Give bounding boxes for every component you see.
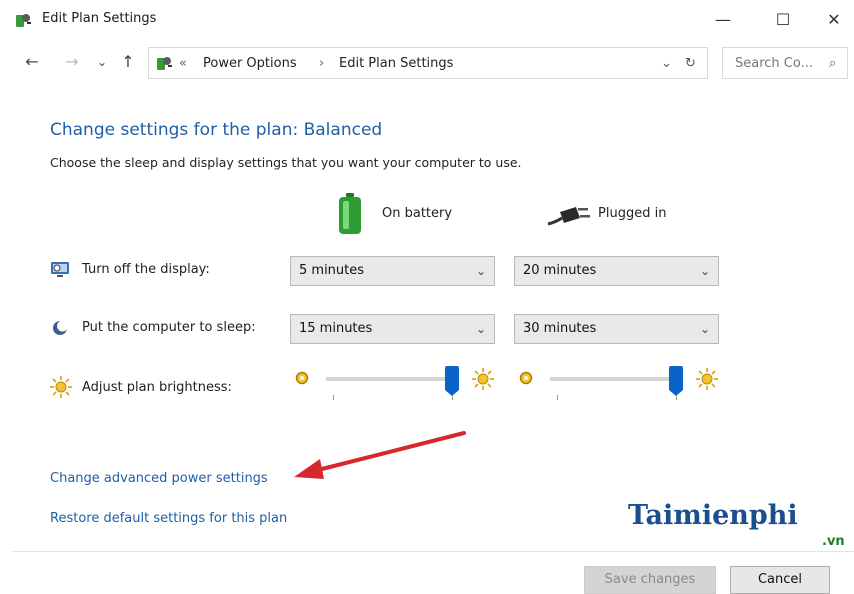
sleep-plugged-select[interactable]: 30 minutes ⌄ bbox=[514, 314, 719, 344]
display-timer-icon bbox=[51, 262, 69, 277]
bright-brightness-icon bbox=[472, 368, 494, 390]
on-battery-label: On battery bbox=[382, 206, 453, 221]
minimize-button[interactable]: — bbox=[700, 4, 746, 34]
recent-locations-icon[interactable]: ⌄ bbox=[92, 55, 112, 69]
plugged-in-label: Plugged in bbox=[598, 206, 667, 221]
power-plug-icon bbox=[547, 207, 590, 226]
search-input[interactable]: Search Co... bbox=[735, 56, 813, 71]
slider-tick bbox=[557, 395, 558, 400]
brightness-label: Adjust plan brightness: bbox=[82, 380, 232, 395]
page-description: Choose the sleep and display settings th… bbox=[50, 155, 522, 170]
power-options-icon bbox=[16, 14, 31, 27]
cancel-button[interactable]: Cancel bbox=[730, 566, 830, 594]
plugged-brightness-slider[interactable] bbox=[669, 366, 683, 396]
sleep-battery-select[interactable]: 15 minutes ⌄ bbox=[290, 314, 495, 344]
power-options-icon bbox=[157, 57, 172, 70]
breadcrumb-separator-icon: › bbox=[319, 56, 325, 71]
chevron-down-icon: ⌄ bbox=[475, 322, 486, 336]
display-battery-select[interactable]: 5 minutes ⌄ bbox=[290, 256, 495, 286]
save-changes-button[interactable]: Save changes bbox=[584, 566, 716, 594]
dim-brightness-icon bbox=[295, 371, 309, 385]
brightness-icon bbox=[50, 376, 72, 398]
battery-brightness-track[interactable] bbox=[326, 377, 456, 381]
search-icon[interactable]: ⌕ bbox=[829, 56, 836, 71]
advanced-power-settings-link[interactable]: Change advanced power settings bbox=[50, 471, 268, 486]
forward-arrow-icon[interactable]: → bbox=[62, 52, 82, 71]
watermark-logo: Taimienphi bbox=[628, 500, 798, 531]
refresh-icon[interactable]: ↻ bbox=[685, 56, 696, 71]
address-dropdown-icon[interactable]: ⌄ bbox=[661, 56, 672, 71]
search-box[interactable]: Search Co... ⌕ bbox=[722, 47, 848, 79]
battery-brightness-slider[interactable] bbox=[445, 366, 459, 396]
page-title: Change settings for the plan: Balanced bbox=[50, 120, 383, 140]
select-value: 5 minutes bbox=[299, 263, 365, 278]
sleep-label: Put the computer to sleep: bbox=[82, 320, 256, 335]
plugged-brightness-track[interactable] bbox=[550, 377, 680, 381]
breadcrumb-power-options[interactable]: Power Options bbox=[203, 56, 297, 71]
battery-icon bbox=[339, 193, 361, 234]
annotation-arrow bbox=[294, 431, 466, 479]
display-plugged-select[interactable]: 20 minutes ⌄ bbox=[514, 256, 719, 286]
title-bar: Edit Plan Settings — ☐ ✕ bbox=[0, 0, 854, 40]
restore-defaults-link[interactable]: Restore default settings for this plan bbox=[50, 511, 287, 526]
turn-off-display-label: Turn off the display: bbox=[82, 262, 210, 277]
slider-tick bbox=[676, 395, 677, 400]
select-value: 20 minutes bbox=[523, 263, 597, 278]
up-arrow-icon[interactable]: ↑ bbox=[118, 52, 138, 71]
select-value: 15 minutes bbox=[299, 321, 373, 336]
close-button[interactable]: ✕ bbox=[814, 4, 854, 34]
address-bar[interactable]: « Power Options › Edit Plan Settings ⌄ ↻ bbox=[148, 47, 708, 79]
dim-brightness-icon bbox=[519, 371, 533, 385]
watermark-suffix: .vn bbox=[822, 534, 845, 549]
breadcrumb-overflow-icon[interactable]: « bbox=[179, 56, 187, 71]
slider-tick bbox=[452, 395, 453, 400]
chevron-down-icon: ⌄ bbox=[699, 264, 710, 278]
slider-tick bbox=[333, 395, 334, 400]
footer-divider bbox=[12, 551, 854, 552]
bright-brightness-icon bbox=[696, 368, 718, 390]
sleep-moon-icon bbox=[53, 320, 68, 335]
back-arrow-icon[interactable]: ← bbox=[22, 52, 42, 71]
maximize-button[interactable]: ☐ bbox=[760, 4, 806, 34]
chevron-down-icon: ⌄ bbox=[475, 264, 486, 278]
breadcrumb-edit-plan-settings[interactable]: Edit Plan Settings bbox=[339, 56, 453, 71]
select-value: 30 minutes bbox=[523, 321, 597, 336]
window-title: Edit Plan Settings bbox=[42, 11, 157, 26]
chevron-down-icon: ⌄ bbox=[699, 322, 710, 336]
